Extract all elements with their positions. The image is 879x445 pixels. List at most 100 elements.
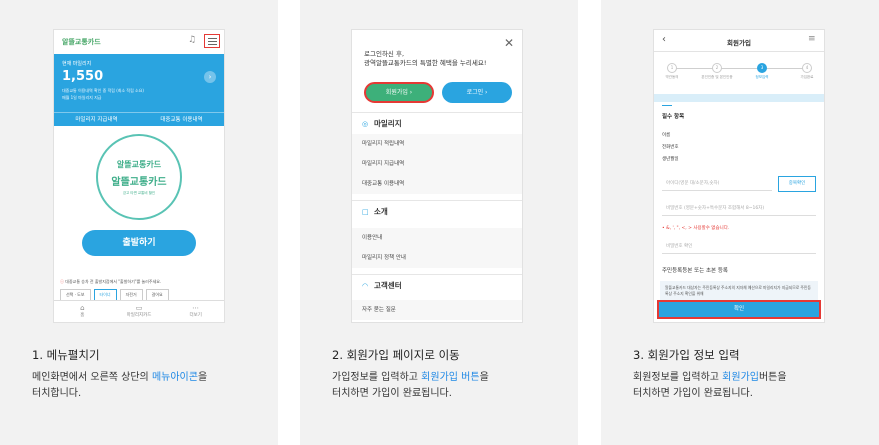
mileage-tabs: 마일리지 지급내역 대중교통 이용내역: [54, 112, 224, 126]
app-header: 알뜰교통카드 ♫: [54, 30, 224, 52]
step-label: 정보입력: [755, 75, 769, 79]
desc-text: 을: [479, 372, 489, 383]
mileage-note: 대중교통 이용내역 확인 중 적립 (최소 적립 소요): [62, 88, 144, 93]
step-dot: 2: [712, 63, 722, 73]
duplicate-check-button[interactable]: 중복확인: [778, 176, 816, 192]
close-icon[interactable]: ✕: [504, 36, 514, 50]
step-dot-current: 3: [757, 63, 767, 73]
desc-text: 을: [197, 372, 208, 383]
depart-button[interactable]: 출발하기: [82, 230, 196, 256]
bell-icon[interactable]: ♫: [188, 35, 196, 45]
step-description: 메인화면에서 오른쪽 상단의 메뉴아이콘을 터치합니다.: [32, 370, 262, 402]
section-band: [654, 94, 824, 102]
intro-line: 로그인하신 후,: [364, 50, 405, 58]
required-heading: 필수 항목: [662, 114, 685, 120]
nav-home[interactable]: ⌂ 홈: [54, 301, 111, 322]
alert-icon: ⓘ: [60, 279, 64, 284]
step-card-1: 알뜰교통카드 ♫ 현재 마일리지 1,550 대중교통 이용내역 확인 중 적립…: [0, 0, 278, 445]
step-caption: 1. 메뉴펼치기: [32, 348, 100, 362]
section-title: 고객센터: [374, 281, 402, 290]
section-title: 마일리지: [374, 119, 402, 128]
menu-item[interactable]: 이용안내: [352, 228, 522, 248]
section-mileage: ◎ 마일리지: [352, 112, 522, 134]
app-screenshot-menu: ✕ 로그인하신 후, 광역알뜰교통카드의 특별한 혜택을 누리세요! 회원가입 …: [352, 30, 522, 322]
bottom-nav: ⌂ 홈 ▭ 마일리지카드 ⋯ 더보기: [54, 300, 224, 322]
desc-highlight: 메뉴아이콘: [151, 372, 198, 383]
login-button[interactable]: 로그인 ›: [442, 82, 512, 103]
step-card-3: ‹ 회원가입 ≡ 1 2 3 4 약관동의 본인인증 및 본인인증 정보입력 가…: [601, 0, 879, 445]
login-intro: 로그인하신 후, 광역알뜰교통카드의 특별한 혜택을 누리세요!: [364, 50, 486, 68]
intro-line: 광역알뜰교통카드의 특별한 혜택을 누리세요!: [364, 59, 487, 67]
tab-transit-history[interactable]: 대중교통 이용내역: [139, 113, 224, 126]
nav-more[interactable]: ⋯ 더보기: [167, 301, 224, 322]
menu-icon[interactable]: ≡: [808, 34, 816, 44]
step-description: 회원정보를 입력하고 회원가입버튼을 터치하면 가입이 완료됩니다.: [633, 370, 863, 402]
resident-doc-label: 주민등록등본 또는 초본 등록: [662, 268, 728, 274]
step-label: 가입완료: [800, 75, 814, 79]
login-label: 로그인: [466, 89, 484, 96]
step-description: 가입정보를 입력하고 회원가입 버튼을 터치하면 가입이 완료됩니다.: [332, 370, 562, 402]
section-about: □ 소개: [352, 200, 522, 222]
confirm-button[interactable]: 확인: [657, 300, 821, 319]
desc-text: 가입정보를 입력하고: [332, 372, 422, 383]
step-dot: 1: [667, 63, 677, 73]
password-confirm-input[interactable]: 비밀번호 확인: [662, 240, 816, 254]
mileage-icon: ◎: [362, 120, 369, 128]
nav-label: 홈: [80, 313, 85, 318]
id-input[interactable]: 아이디(영문 대/소문자,숫자): [662, 177, 772, 191]
app-screenshot-main: 알뜰교통카드 ♫ 현재 마일리지 1,550 대중교통 이용내역 확인 중 적립…: [54, 30, 224, 322]
nav-label: 더보기: [189, 313, 202, 318]
field-label-birth: 생년월일: [662, 157, 679, 162]
desc-text: 터치합니다.: [32, 388, 82, 399]
notice-text: 대중교통 승차 전 출발지점에서 "출발하기"를 눌러주세요.: [65, 279, 162, 284]
depart-notice: ⓘ 대중교통 승차 전 출발지점에서 "출발하기"를 눌러주세요.: [60, 279, 161, 285]
password-warning: • &, ', ", <, > 사용할수 없습니다.: [662, 226, 730, 231]
section-support: ◠ 고객센터: [352, 274, 522, 296]
step-label: 약관동의: [665, 75, 679, 79]
join-button[interactable]: 회원가입 ›: [364, 82, 434, 103]
desc-text: 터치하면 가입이 완료됩니다.: [332, 388, 452, 399]
home-icon: ⌂: [80, 304, 85, 312]
progress-line: [672, 68, 806, 69]
mileage-panel: 현재 마일리지 1,550 대중교통 이용내역 확인 중 적립 (최소 적립 소…: [54, 54, 224, 112]
menu-item[interactable]: 대중교통 이용내역: [352, 174, 522, 194]
join-label: 회원가입: [385, 89, 408, 96]
nav-label: 마일리지카드: [126, 313, 152, 318]
info-icon: □: [362, 208, 369, 216]
step-caption: 2. 회원가입 페이지로 이동: [332, 348, 460, 362]
menu-item[interactable]: 마일리지 적립내역: [352, 134, 522, 154]
mileage-value: 1,550: [62, 69, 104, 84]
step-caption: 3. 회원가입 정보 입력: [633, 348, 740, 362]
desc-text: 회원정보를 입력하고: [633, 372, 723, 383]
page-title: 회원가입: [727, 39, 751, 47]
signup-header: ‹ 회원가입 ≡: [654, 30, 824, 52]
desc-text: 메인화면에서 오른쪽 상단의: [32, 372, 152, 383]
divider: [662, 105, 672, 106]
app-logo: 알뜰교통카드: [62, 38, 101, 46]
section-title: 소개: [374, 207, 388, 216]
field-label-phone: 전화번호: [662, 145, 679, 150]
chevron-right-icon[interactable]: ›: [204, 71, 216, 83]
desc-text: 버튼을: [758, 372, 787, 383]
progress-steps: 1 2 3 4 약관동의 본인인증 및 본인인증 정보입력 가입완료: [654, 58, 824, 88]
nav-card[interactable]: ▭ 마일리지카드: [111, 301, 168, 322]
menu-item[interactable]: 마일리지 지급내역: [352, 154, 522, 174]
card-icon: ▭: [135, 304, 143, 312]
menu-item[interactable]: 마일리지 정책 안내: [352, 248, 522, 268]
step-dot: 4: [802, 63, 812, 73]
transport-icons: 알뜰교통카드: [116, 159, 162, 169]
desc-highlight: 회원가입 버튼: [421, 372, 480, 383]
mileage-note: 매월 1일 마일리지 지급: [62, 95, 102, 100]
mileage-label: 현재 마일리지: [62, 61, 92, 67]
tab-mileage-history[interactable]: 마일리지 지급내역: [54, 113, 139, 126]
step-label: 본인인증 및 본인인증: [701, 75, 733, 79]
menu-icon[interactable]: [204, 34, 220, 48]
step-card-2: ✕ 로그인하신 후, 광역알뜰교통카드의 특별한 혜택을 누리세요! 회원가입 …: [300, 0, 578, 445]
more-icon: ⋯: [192, 304, 200, 312]
menu-item[interactable]: 자주 묻는 질문: [352, 300, 522, 320]
desc-highlight: 회원가입: [722, 372, 759, 383]
desc-text: 터치하면 가입이 완료됩니다.: [633, 388, 753, 399]
emblem-name: 알뜰교통카드: [111, 176, 167, 188]
password-input[interactable]: 비밀번호 (영문+숫자+특수문자 조합해서 8~16자): [662, 202, 816, 216]
app-screenshot-signup: ‹ 회원가입 ≡ 1 2 3 4 약관동의 본인인증 및 본인인증 정보입력 가…: [654, 30, 824, 322]
